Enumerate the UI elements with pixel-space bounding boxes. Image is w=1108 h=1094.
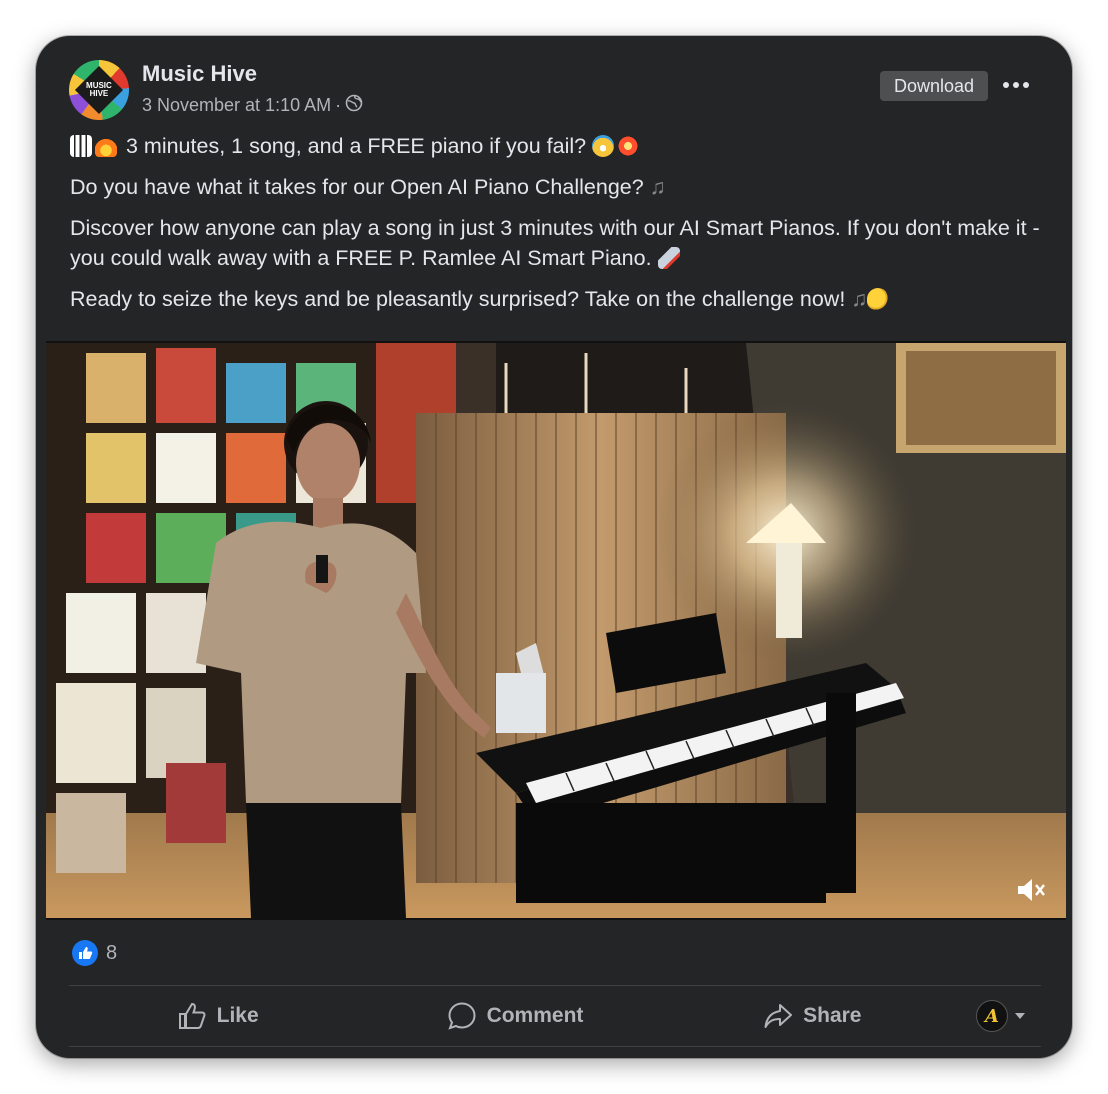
logo-text: MUSIC HIVE bbox=[86, 81, 112, 98]
comment-icon bbox=[447, 1002, 476, 1030]
download-button[interactable]: Download bbox=[880, 71, 988, 101]
share-icon bbox=[764, 1004, 793, 1028]
audience-selector[interactable]: A bbox=[961, 1000, 1041, 1032]
post-card: MUSIC HIVE Music Hive 3 November at 1:10… bbox=[36, 36, 1072, 1058]
share-label: Share bbox=[803, 1004, 862, 1027]
flexed-biceps-emoji bbox=[867, 288, 890, 310]
share-button[interactable]: Share bbox=[664, 1001, 961, 1031]
paragraph-text: Discover how anyone can play a song in j… bbox=[70, 216, 1040, 270]
reactions-summary[interactable]: 8 bbox=[72, 940, 117, 966]
more-dot bbox=[1013, 82, 1019, 88]
mute-toggle[interactable] bbox=[1014, 876, 1048, 904]
more-dot bbox=[1023, 82, 1029, 88]
rocket-emoji bbox=[657, 247, 680, 269]
musical-notes-emoji: ♫ bbox=[851, 287, 868, 311]
paragraph-text: Ready to seize the keys and be pleasantl… bbox=[70, 287, 846, 311]
muted-speaker-icon bbox=[1018, 879, 1045, 901]
like-label: Like bbox=[216, 1004, 259, 1027]
globe-icon[interactable] bbox=[345, 94, 363, 117]
like-count: 8 bbox=[106, 941, 118, 964]
like-reaction-icon bbox=[72, 940, 98, 966]
collision-emoji bbox=[617, 135, 640, 157]
logo-diamond: MUSIC HIVE bbox=[74, 65, 124, 115]
more-options-button[interactable] bbox=[1000, 70, 1032, 100]
action-bar: Like Comment Share A bbox=[69, 986, 1041, 1046]
comment-label: Comment bbox=[486, 1004, 584, 1027]
video-frame bbox=[46, 343, 1066, 918]
piano-emoji bbox=[70, 135, 92, 157]
paragraph-text: Do you have what it takes for our Open A… bbox=[70, 175, 644, 199]
user-avatar: A bbox=[975, 1000, 1008, 1032]
caret-down-icon bbox=[1014, 1013, 1025, 1019]
page-name[interactable]: Music Hive bbox=[142, 61, 257, 87]
post-timestamp[interactable]: 3 November at 1:10 AM bbox=[142, 95, 331, 116]
post-paragraph-2: Do you have what it takes for our Open A… bbox=[70, 172, 1050, 202]
post-paragraph-3: Discover how anyone can play a song in j… bbox=[70, 213, 1050, 273]
more-horizontal-icon bbox=[1003, 82, 1009, 88]
post-meta: 3 November at 1:10 AM · bbox=[142, 94, 363, 117]
post-paragraph-1: 3 minutes, 1 song, and a FREE piano if y… bbox=[70, 131, 1050, 161]
page-avatar[interactable]: MUSIC HIVE bbox=[69, 60, 129, 120]
fire-emoji bbox=[95, 135, 117, 157]
actions-divider-bottom bbox=[69, 1046, 1041, 1047]
video-player[interactable] bbox=[46, 341, 1066, 920]
post-paragraph-4: Ready to seize the keys and be pleasantl… bbox=[70, 284, 1050, 314]
meta-separator: · bbox=[335, 95, 342, 115]
paragraph-text: 3 minutes, 1 song, and a FREE piano if y… bbox=[125, 134, 587, 158]
like-button[interactable]: Like bbox=[69, 1001, 366, 1031]
thumbs-up-icon bbox=[178, 1002, 206, 1029]
musical-note-emoji: ♫ bbox=[649, 175, 666, 199]
post-text: 3 minutes, 1 song, and a FREE piano if y… bbox=[70, 131, 1050, 325]
scream-emoji bbox=[592, 135, 615, 157]
comment-button[interactable]: Comment bbox=[366, 1001, 663, 1031]
